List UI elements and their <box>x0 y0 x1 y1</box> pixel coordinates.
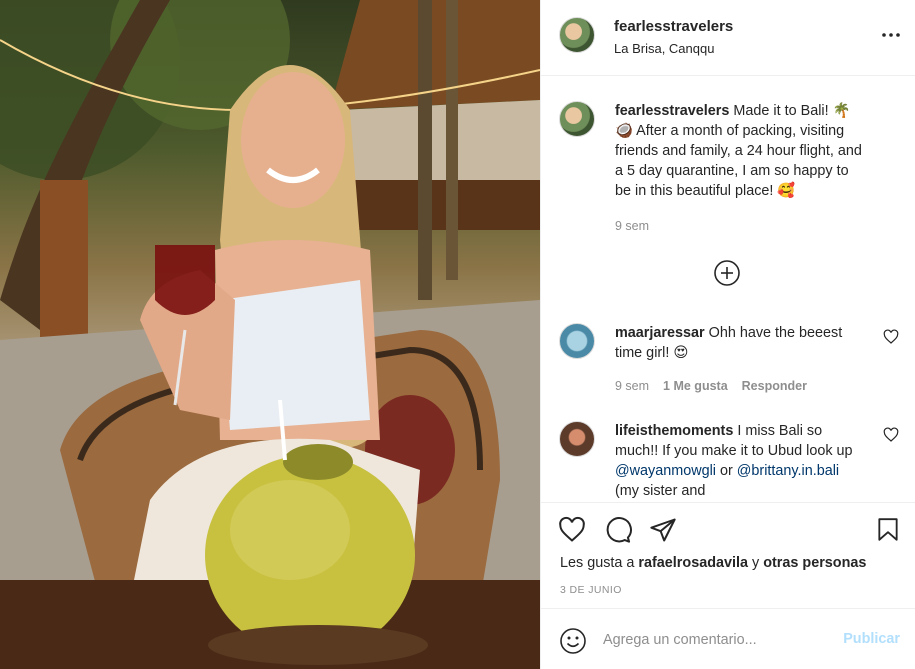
caption: fearlesstravelers Made it to Bali! 🌴🥥 Af… <box>559 101 899 251</box>
commenter-username[interactable]: lifeisthemoments <box>615 423 733 439</box>
mention-link[interactable]: @brittany.in.bali <box>737 463 839 479</box>
add-comment-bar: Publicar <box>541 608 915 669</box>
comment-time[interactable]: 9 sem <box>615 379 649 393</box>
comment-button[interactable] <box>603 515 633 545</box>
comment-body: maarjaressar Ohh have the beeest time gi… <box>615 323 865 363</box>
commenter-username[interactable]: maarjaressar <box>615 325 705 341</box>
author-username[interactable]: fearlesstravelers <box>614 18 733 35</box>
comment-bubble-icon <box>606 517 632 543</box>
comment-body: lifeisthemoments I miss Bali so much!! I… <box>615 421 865 501</box>
bookmark-icon <box>878 518 898 541</box>
post-actions: Les gusta a rafaelrosadavila y otras per… <box>541 502 915 608</box>
comment-item: lifeisthemoments I miss Bali so much!! I… <box>559 421 899 501</box>
photo-illustration <box>0 0 540 669</box>
like-comment-heart-icon[interactable] <box>883 329 899 345</box>
post-photo[interactable] <box>0 0 540 669</box>
comment-input[interactable] <box>603 627 823 653</box>
comment-likes[interactable]: 1 Me gusta <box>663 379 728 393</box>
smiley-face-icon <box>560 628 586 654</box>
save-button[interactable] <box>873 515 903 545</box>
comment-text-part: or <box>716 463 737 479</box>
share-button[interactable] <box>648 515 678 545</box>
publish-button[interactable]: Publicar <box>843 631 900 647</box>
post-date[interactable]: 3 DE JUNIO <box>560 584 622 596</box>
likes-prefix: Les gusta a <box>560 555 639 571</box>
comment-meta: 9 sem 1 Me gusta Responder <box>615 379 807 393</box>
caption-body: fearlesstravelers Made it to Bali! 🌴🥥 Af… <box>615 101 865 201</box>
comment-text-part: (my sister and <box>615 483 706 499</box>
likes-summary: Les gusta a rafaelrosadavila y otras per… <box>560 555 866 571</box>
mention-link[interactable]: @wayanmowgli <box>615 463 716 479</box>
like-button[interactable] <box>557 515 587 545</box>
caption-meta: 9 sem <box>615 219 649 233</box>
likes-others-link[interactable]: otras personas <box>763 555 866 571</box>
caption-avatar[interactable] <box>559 101 595 137</box>
emoji-button[interactable] <box>559 627 587 655</box>
post-panel: fearlesstravelers La Brisa, Canqqu fearl… <box>540 0 915 669</box>
post-location[interactable]: La Brisa, Canqqu <box>614 41 714 56</box>
author-avatar[interactable] <box>559 17 595 53</box>
commenter-avatar[interactable] <box>559 421 595 457</box>
reply-button[interactable]: Responder <box>742 379 807 393</box>
caption-username[interactable]: fearlesstravelers <box>615 103 729 119</box>
heart-icon <box>559 516 585 542</box>
post-header: fearlesstravelers La Brisa, Canqqu <box>541 0 915 76</box>
commenter-avatar[interactable] <box>559 323 595 359</box>
comment-item: maarjaressar Ohh have the beeest time gi… <box>559 323 899 403</box>
liker-username[interactable]: rafaelrosadavila <box>638 555 748 571</box>
more-options-button[interactable] <box>880 24 902 46</box>
more-horizontal-icon <box>882 33 900 37</box>
plus-circle-icon <box>714 260 740 286</box>
like-comment-heart-icon[interactable] <box>883 427 899 443</box>
comments-section[interactable]: fearlesstravelers Made it to Bali! 🌴🥥 Af… <box>541 77 915 501</box>
caption-time[interactable]: 9 sem <box>615 219 649 233</box>
load-more-comments-button[interactable] <box>713 259 741 287</box>
paper-plane-icon <box>650 518 676 542</box>
likes-middle: y <box>748 555 764 571</box>
